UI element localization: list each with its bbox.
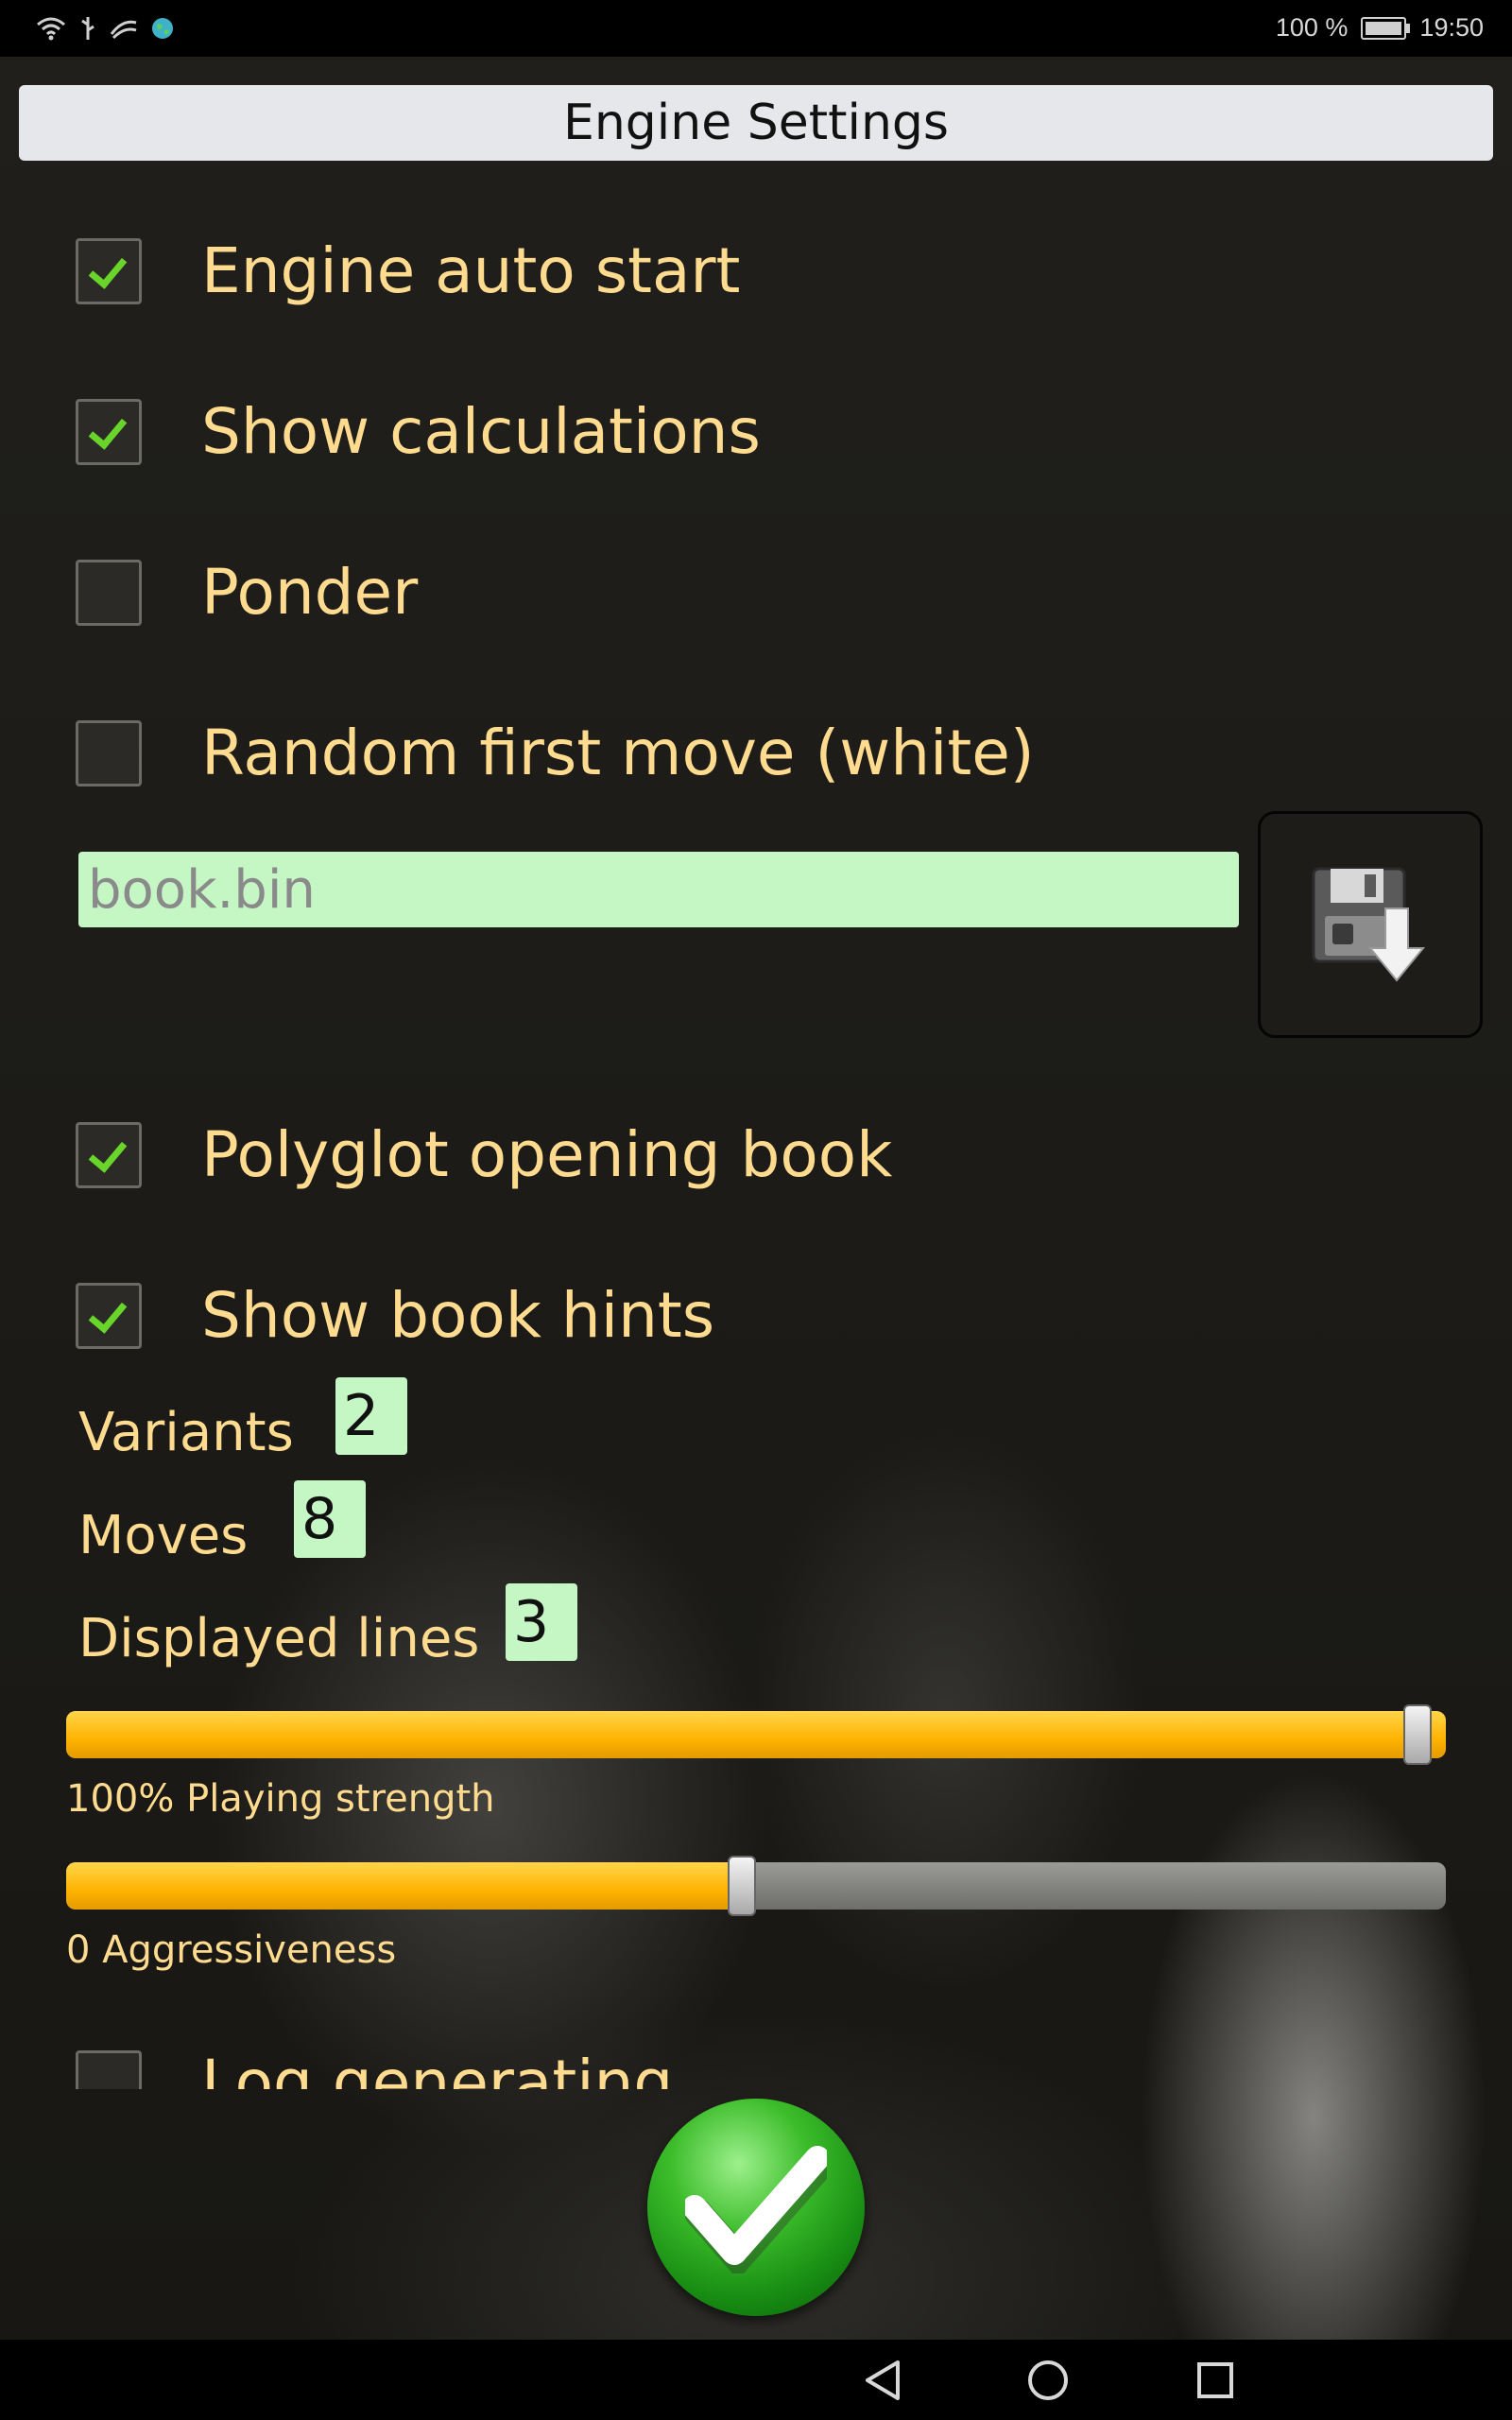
aggressiveness-thumb[interactable] (728, 1856, 756, 1916)
show-calculations-option[interactable]: Show calculations (76, 395, 761, 468)
random-first-move-option[interactable]: Random first move (white) (76, 717, 1035, 789)
navigation-bar (0, 2340, 1512, 2420)
ok-button[interactable] (647, 2099, 865, 2316)
displayed-lines-input[interactable]: 3 (506, 1583, 577, 1661)
moves-input[interactable]: 8 (294, 1480, 366, 1558)
usb-icon (79, 15, 96, 48)
playing-strength-thumb[interactable] (1403, 1704, 1432, 1765)
moves-label: Moves (78, 1505, 249, 1566)
back-icon[interactable] (862, 2359, 903, 2402)
clock: 19:50 (1419, 13, 1484, 42)
ponder-checkbox[interactable] (76, 559, 142, 626)
status-bar: 100 % 19:50 (0, 0, 1512, 57)
random-first-move-label: Random first move (white) (201, 717, 1035, 789)
engine-auto-start-checkbox[interactable] (76, 237, 142, 304)
playing-strength-label: 100% Playing strength (66, 1777, 495, 1821)
variants-value: 2 (343, 1383, 380, 1449)
dialog-title-text: Engine Settings (562, 95, 950, 151)
aggressiveness-slider[interactable] (66, 1862, 1446, 1910)
show-book-hints-label: Show book hints (201, 1279, 715, 1352)
dialog-title: Engine Settings (19, 85, 1493, 161)
aggressiveness-label: 0 Aggressiveness (66, 1928, 397, 1972)
home-icon[interactable] (1026, 2359, 1070, 2402)
battery-text: 100 % (1275, 13, 1349, 42)
ponder-option[interactable]: Ponder (76, 556, 418, 629)
book-file-placeholder: book.bin (88, 858, 316, 921)
signal-icon (110, 17, 138, 46)
displayed-lines-value: 3 (513, 1589, 550, 1655)
polyglot-book-label: Polyglot opening book (201, 1118, 893, 1191)
log-generating-checkbox[interactable] (76, 2049, 142, 2089)
log-generating-label: Log generating (201, 2047, 674, 2089)
book-file-input[interactable]: book.bin (78, 852, 1239, 927)
ponder-label: Ponder (201, 556, 419, 629)
show-book-hints-option[interactable]: Show book hints (76, 1279, 714, 1352)
scroll-clip: Log generating (0, 2023, 1512, 2089)
floppy-download-icon (1312, 867, 1426, 982)
show-calculations-checkbox[interactable] (76, 398, 142, 465)
displayed-lines-label: Displayed lines (78, 1608, 480, 1669)
aggressiveness-fill (66, 1862, 756, 1910)
load-book-button[interactable] (1258, 811, 1483, 1038)
show-book-hints-checkbox[interactable] (76, 1282, 142, 1349)
playing-strength-slider[interactable] (66, 1711, 1446, 1758)
polyglot-book-checkbox[interactable] (76, 1121, 142, 1188)
polyglot-book-option[interactable]: Polyglot opening book (76, 1118, 892, 1191)
playing-strength-fill (66, 1711, 1446, 1758)
random-first-move-checkbox[interactable] (76, 719, 142, 786)
battery-icon (1361, 16, 1411, 40)
recents-icon[interactable] (1196, 2359, 1234, 2402)
moves-value: 8 (301, 1486, 338, 1552)
engine-auto-start-option[interactable]: Engine auto start (76, 234, 740, 307)
globe-icon (151, 17, 174, 46)
wifi-icon (36, 16, 66, 47)
show-calculations-label: Show calculations (201, 395, 761, 468)
checkmark-icon (685, 2146, 827, 2273)
log-generating-option[interactable]: Log generating (76, 2047, 673, 2089)
engine-auto-start-label: Engine auto start (201, 234, 741, 307)
variants-label: Variants (78, 1402, 294, 1463)
variants-input[interactable]: 2 (335, 1377, 407, 1455)
